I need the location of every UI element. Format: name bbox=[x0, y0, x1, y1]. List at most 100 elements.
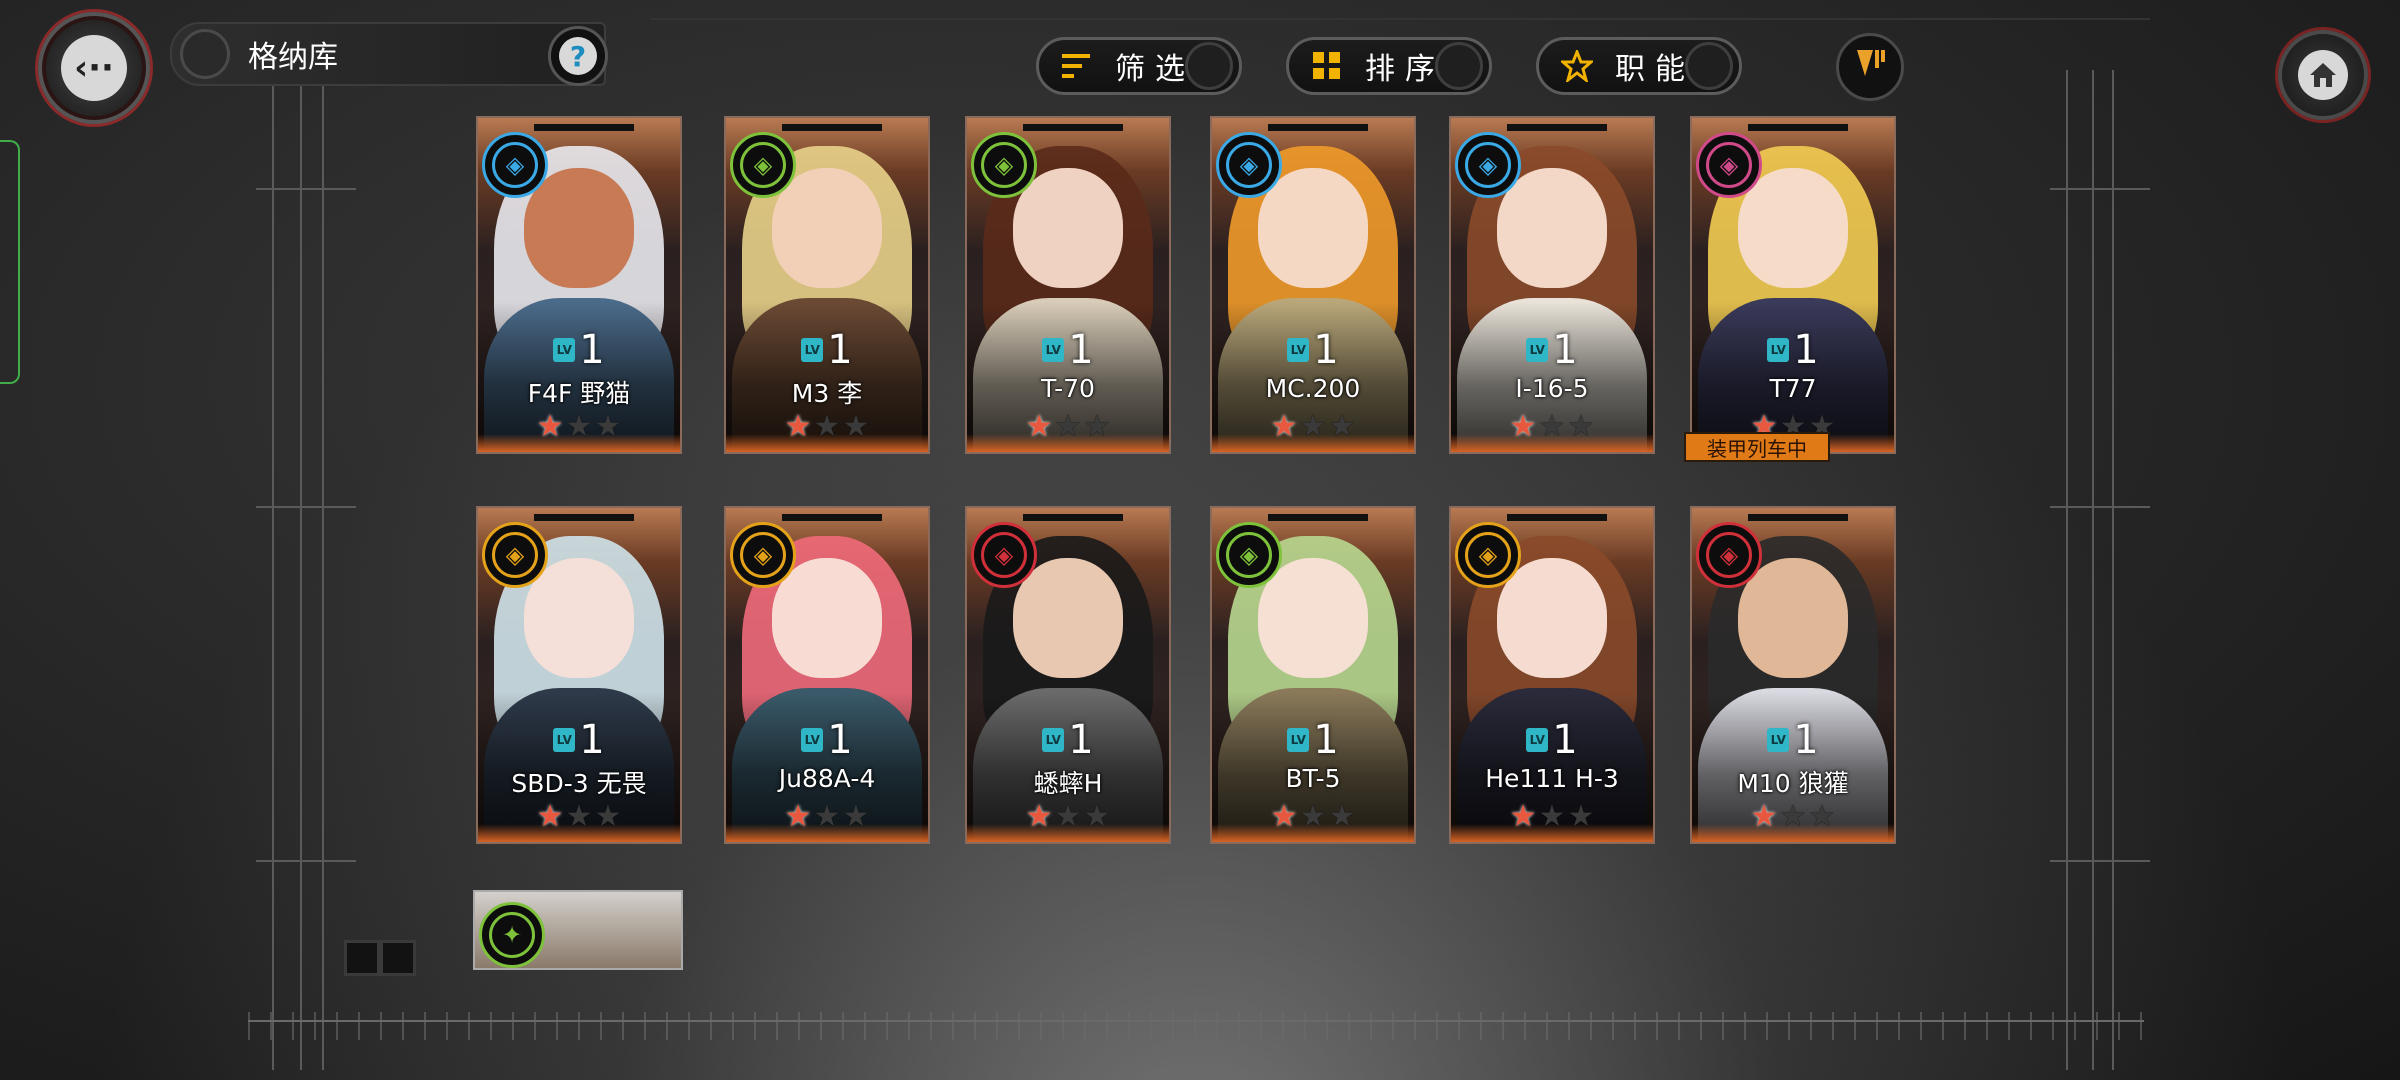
back-button[interactable]: ‹·· bbox=[38, 12, 150, 124]
star-icon: ★ bbox=[1808, 799, 1836, 834]
fighter-icon: ◈ bbox=[1216, 132, 1282, 198]
character-card[interactable]: ◈ LV 1 M3 李 ★ ★ ★ bbox=[724, 116, 930, 454]
level-display: LV 1 bbox=[726, 720, 928, 760]
character-card[interactable]: ◈ LV 1 BT-5 ★ ★ ★ bbox=[1210, 506, 1416, 844]
star-rating: ★ ★ ★ bbox=[1451, 802, 1653, 832]
character-name: BT-5 bbox=[1285, 764, 1341, 793]
title-bar: 格纳库 bbox=[170, 22, 606, 86]
character-card[interactable]: ◈ LV 1 SBD-3 无畏 ★ ★ ★ bbox=[476, 506, 682, 844]
frame-tick-right-2 bbox=[2050, 506, 2150, 508]
character-card[interactable]: ◈ LV 1 T77 ★ ★ ★ bbox=[1690, 116, 1896, 454]
star-icon: ★ bbox=[1779, 799, 1807, 834]
page-indicator bbox=[380, 940, 416, 976]
star-icon: ★ bbox=[1025, 799, 1053, 834]
star-icon: ★ bbox=[784, 799, 812, 834]
grid-squares-icon bbox=[1309, 48, 1345, 84]
star-icon: ★ bbox=[1567, 799, 1595, 834]
filter-lines-icon bbox=[1059, 48, 1095, 84]
star-rating: ★ ★ ★ bbox=[967, 412, 1169, 442]
level-tag: LV bbox=[801, 338, 824, 362]
character-card-partial[interactable]: ✦ bbox=[473, 890, 683, 970]
filter-button[interactable]: 筛选 bbox=[1036, 37, 1242, 95]
tank-destroyer-icon: ◈ bbox=[730, 132, 796, 198]
level-value: 1 bbox=[579, 327, 605, 373]
character-name: T-70 bbox=[1041, 374, 1095, 403]
side-drawer-tab[interactable] bbox=[0, 140, 20, 384]
level-tag: LV bbox=[1526, 338, 1549, 362]
level-value: 1 bbox=[1068, 717, 1094, 763]
card-top-bar bbox=[534, 124, 634, 131]
level-tag: LV bbox=[1287, 728, 1310, 752]
star-icon: ★ bbox=[813, 409, 841, 444]
level-display: LV 1 bbox=[1451, 720, 1653, 760]
star-icon: ★ bbox=[594, 799, 622, 834]
character-card[interactable]: ◈ LV 1 MC.200 ★ ★ ★ bbox=[1210, 116, 1416, 454]
level-value: 1 bbox=[1068, 327, 1094, 373]
star-icon: ★ bbox=[1054, 799, 1082, 834]
gear-deco-icon bbox=[1685, 42, 1733, 90]
level-display: LV 1 bbox=[1692, 330, 1894, 370]
page-title: 格纳库 bbox=[248, 40, 338, 75]
star-icon: ★ bbox=[1270, 799, 1298, 834]
filter-label: 筛选 bbox=[1115, 52, 1195, 87]
sort-button[interactable]: 排序 bbox=[1286, 37, 1492, 95]
role-label: 职能 bbox=[1615, 52, 1695, 87]
star-icon: ★ bbox=[565, 409, 593, 444]
star-icon: ★ bbox=[1054, 409, 1082, 444]
character-name: He111 H-3 bbox=[1485, 764, 1619, 793]
back-arrow-icon: ‹·· bbox=[61, 35, 127, 101]
card-top-bar bbox=[1023, 124, 1123, 131]
level-value: 1 bbox=[1793, 327, 1819, 373]
character-card[interactable]: ◈ LV 1 F4F 野猫 ★ ★ ★ bbox=[476, 116, 682, 454]
character-card[interactable]: ◈ LV 1 T-70 ★ ★ ★ bbox=[965, 116, 1171, 454]
star-icon: ★ bbox=[1328, 799, 1356, 834]
character-name: M3 李 bbox=[791, 379, 863, 408]
level-display: LV 1 bbox=[1212, 330, 1414, 370]
character-card[interactable]: ◈ LV 1 M10 狼獾 ★ ★ ★ bbox=[1690, 506, 1896, 844]
level-display: LV 1 bbox=[1692, 720, 1894, 760]
rank-button[interactable] bbox=[1836, 33, 1904, 101]
level-display: LV 1 bbox=[478, 330, 680, 370]
level-display: LV 1 bbox=[967, 330, 1169, 370]
star-rating: ★ ★ ★ bbox=[1212, 802, 1414, 832]
card-top-bar bbox=[1268, 514, 1368, 521]
character-card[interactable]: ◈ LV 1 He111 H-3 ★ ★ ★ bbox=[1449, 506, 1655, 844]
character-card[interactable]: ◈ LV 1 I-16-5 ★ ★ ★ bbox=[1449, 116, 1655, 454]
sort-label: 排序 bbox=[1365, 52, 1445, 87]
star-icon: ★ bbox=[1270, 409, 1298, 444]
dive-bomber-icon: ◈ bbox=[482, 522, 548, 588]
level-value: 1 bbox=[1313, 717, 1339, 763]
level-tag: LV bbox=[801, 728, 824, 752]
star-icon bbox=[1559, 48, 1595, 84]
star-icon: ★ bbox=[1025, 409, 1053, 444]
level-value: 1 bbox=[1552, 327, 1578, 373]
frame-tick-left-2 bbox=[256, 506, 356, 508]
level-value: 1 bbox=[1313, 327, 1339, 373]
character-card[interactable]: ◈ LV 1 Ju88A-4 ★ ★ ★ bbox=[724, 506, 930, 844]
character-name: Ju88A-4 bbox=[778, 764, 876, 793]
frame-line-left-2 bbox=[300, 70, 302, 1070]
help-icon: ? bbox=[559, 37, 597, 75]
frame-line-right-3 bbox=[2112, 70, 2114, 1070]
character-name: MC.200 bbox=[1265, 374, 1361, 403]
home-button[interactable] bbox=[2278, 30, 2368, 120]
frame-line-left bbox=[272, 70, 274, 1070]
bomber-icon: ◈ bbox=[730, 522, 796, 588]
home-icon bbox=[2298, 50, 2348, 100]
star-icon: ★ bbox=[1538, 409, 1566, 444]
character-card[interactable]: ◈ LV 1 蟋蟀H ★ ★ ★ bbox=[965, 506, 1171, 844]
help-button[interactable]: ? bbox=[548, 26, 608, 86]
level-value: 1 bbox=[1552, 717, 1578, 763]
star-icon: ★ bbox=[1750, 799, 1778, 834]
star-rating: ★ ★ ★ bbox=[478, 802, 680, 832]
light-tank-icon: ◈ bbox=[1216, 522, 1282, 588]
level-tag: LV bbox=[1287, 338, 1310, 362]
level-display: LV 1 bbox=[1212, 720, 1414, 760]
star-rating: ★ ★ ★ bbox=[1692, 802, 1894, 832]
fighter-icon: ◈ bbox=[482, 132, 548, 198]
star-icon: ★ bbox=[1299, 799, 1327, 834]
role-button[interactable]: 职能 bbox=[1536, 37, 1742, 95]
anti-air-icon: ◈ bbox=[1696, 132, 1762, 198]
gear-deco-icon bbox=[1185, 42, 1233, 90]
star-icon: ★ bbox=[1083, 799, 1111, 834]
